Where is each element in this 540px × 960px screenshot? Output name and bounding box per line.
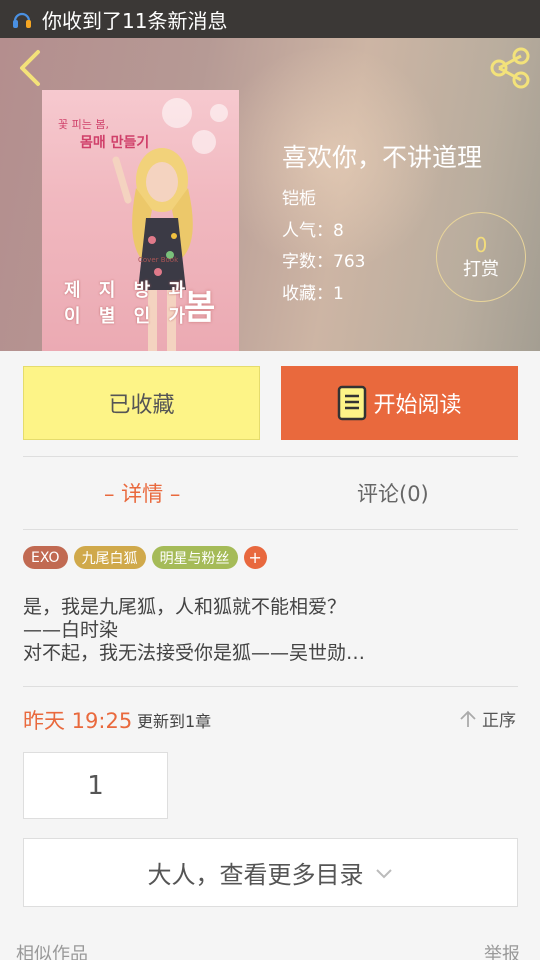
update-time: 昨天 19:25 — [23, 709, 133, 733]
tag-list: EXO 九尾白狐 明星与粉丝 + — [23, 546, 267, 569]
back-icon[interactable] — [14, 48, 46, 88]
divider — [23, 686, 518, 687]
notification-text[interactable]: 你收到了11条新消息 — [42, 5, 227, 34]
divider — [23, 456, 518, 457]
book-popularity: 人气：8 — [282, 221, 344, 241]
cover-text: 이 별 인 가 — [64, 306, 192, 327]
book-favorites: 收藏：1 — [282, 284, 344, 304]
start-reading-label: 开始阅读 — [373, 393, 462, 418]
collected-button[interactable]: 已收藏 — [23, 366, 260, 440]
share-icon[interactable] — [488, 46, 532, 90]
cover-text: 제 지 방 과 — [64, 280, 192, 301]
reward-button[interactable]: 0 打赏 — [436, 212, 526, 302]
divider — [23, 529, 518, 530]
book-author[interactable]: 铠栀 — [282, 184, 316, 209]
update-text: 更新到1章 — [137, 712, 212, 731]
more-catalog-label: 大人，查看更多目录 — [147, 861, 364, 889]
book-word-count: 字数：763 — [282, 252, 366, 272]
sort-arrow-icon — [460, 710, 476, 727]
cover-text: 꽃 피는 봄, — [58, 118, 109, 131]
cover-text: Cover Book — [138, 256, 179, 264]
description-line: 对不起，我无法接受你是狐——吴世勋… — [23, 642, 366, 664]
book-description: 是，我是九尾狐，人和狐就不能相爱？ ——白时染 对不起，我无法接受你是狐——吴世… — [23, 596, 365, 665]
cover-text: 몸매 만들기 — [80, 135, 150, 151]
tab-details[interactable]: – 详情 – — [104, 478, 180, 508]
cover-text: 봄 — [184, 288, 216, 328]
chapter-button[interactable]: 1 — [23, 752, 168, 819]
similar-works-heading: 相似作品 — [16, 944, 88, 960]
cover-petal — [162, 98, 192, 128]
sort-order-button[interactable]: 正序 — [458, 706, 516, 731]
book-icon — [338, 385, 367, 421]
add-tag-button[interactable]: + — [243, 546, 267, 569]
tag-nine-tailed-fox[interactable]: 九尾白狐 — [73, 546, 146, 569]
chevron-down-icon — [375, 868, 392, 878]
more-catalog-button[interactable]: 大人，查看更多目录 — [23, 838, 518, 907]
tag-exo[interactable]: EXO — [23, 546, 68, 569]
description-line: 是，我是九尾狐，人和狐就不能相爱？ — [23, 596, 347, 618]
book-title: 喜欢你，不讲道理 — [282, 143, 483, 172]
description-line: ——白时染 — [23, 619, 119, 641]
book-cover[interactable]: 꽃 피는 봄, 몸매 만들기 Cover Book 제 지 방 과 이 별 인 … — [42, 90, 239, 351]
reward-label: 打赏 — [463, 259, 499, 280]
book-header: 꽃 피는 봄, 몸매 만들기 Cover Book 제 지 방 과 이 별 인 … — [0, 38, 540, 351]
start-reading-button[interactable]: 开始阅读 — [281, 366, 518, 440]
status-bar: 你收到了11条新消息 — [0, 0, 540, 38]
notification-icon — [13, 12, 31, 28]
reward-value: 0 — [474, 233, 488, 257]
tag-star-and-fans[interactable]: 明星与粉丝 — [151, 546, 238, 569]
report-link[interactable]: 举报 — [484, 940, 520, 960]
tab-comments[interactable]: 评论(0) — [357, 478, 429, 508]
sort-order-label: 正序 — [482, 711, 516, 731]
cover-petal — [210, 104, 228, 122]
